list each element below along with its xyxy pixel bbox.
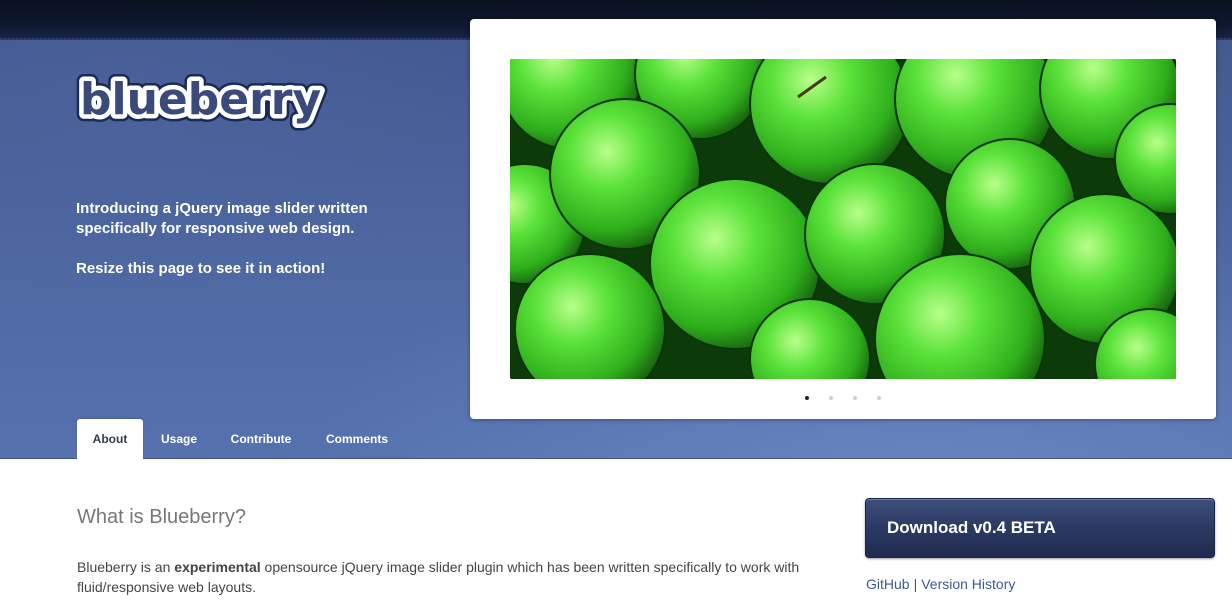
svg-text:blueberry: blueberry [80,74,321,125]
slide-image [510,59,1176,379]
resize-hint: Resize this page to see it in action! [76,260,326,277]
green-apples-image [510,59,1176,379]
sidebar-links: GitHub | Version History [866,576,1015,592]
intro-text: Introducing a jQuery image slider writte… [76,200,368,237]
pager-dot-1[interactable] [805,396,809,400]
hero-intro: Introducing a jQuery image slider writte… [76,199,436,299]
image-slider [470,19,1216,419]
para-emphasis: experimental [174,559,261,575]
tab-contribute[interactable]: Contribute [221,419,301,459]
download-button-label: Download v0.4 BETA [887,518,1056,537]
logo-wordmark: blueberry blueberry blueberry [73,67,328,132]
blueberry-logo[interactable]: blueberry blueberry blueberry [73,67,336,145]
section-paragraph: Blueberry is an experimental opensource … [77,557,837,597]
para-text-start: Blueberry is an [77,559,175,575]
pager-dot-2[interactable] [829,396,833,400]
slider-pager [470,393,1216,403]
tab-usage[interactable]: Usage [151,419,207,459]
github-link[interactable]: GitHub [866,576,910,592]
tab-about[interactable]: About [77,419,143,459]
pager-dot-3[interactable] [853,396,857,400]
section-heading: What is Blueberry? [77,506,246,528]
link-separator: | [913,576,918,592]
version-history-link[interactable]: Version History [921,576,1015,592]
download-button[interactable]: Download v0.4 BETA [865,498,1215,558]
tab-comments[interactable]: Comments [315,419,399,459]
pager-dot-4[interactable] [877,396,881,400]
